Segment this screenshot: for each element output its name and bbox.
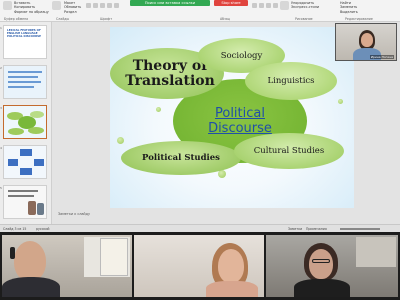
- slide-thumbnail[interactable]: [3, 65, 47, 99]
- presenter-face: [361, 33, 373, 47]
- font-label: Шрифт: [100, 17, 113, 21]
- comments-button[interactable]: Примечания: [306, 227, 327, 231]
- decor-bubble: [117, 137, 124, 144]
- participant-shirt: [206, 281, 258, 297]
- underline-icon[interactable]: [100, 3, 105, 8]
- linguistics-label: Linguistics: [267, 76, 315, 86]
- center-line2: Discourse: [208, 121, 272, 136]
- glasses-icon: [312, 259, 330, 263]
- notes-placeholder[interactable]: Заметки к слайду: [58, 212, 90, 216]
- paste-icon[interactable]: [3, 1, 12, 10]
- thumb-number: 2: [0, 66, 2, 70]
- paragraph-controls: [252, 3, 278, 8]
- participant-strip: [0, 232, 400, 300]
- presenter-name: Ирина Ногина: [369, 55, 394, 59]
- ribbon: Вставить Копировать Формат по образцу Ма…: [0, 0, 400, 22]
- sociology-label: Sociology: [220, 50, 263, 61]
- font-controls: [86, 3, 119, 8]
- editing-group: Найти Заменить Выделить: [340, 1, 358, 14]
- thumb-title: LEXICAL FEATURES OF ENGLISH LANGUAGE POL…: [7, 28, 41, 39]
- linguistics-ellipse: Linguistics: [245, 62, 337, 100]
- new-slide-icon[interactable]: [52, 1, 61, 10]
- stop-share-button[interactable]: Stop share: [214, 0, 248, 6]
- format-painter-button[interactable]: Формат по образцу: [14, 10, 49, 14]
- paragraph-label: Абзац: [220, 17, 230, 21]
- participant-shirt: [294, 279, 350, 297]
- cultural-studies-label: Cultural Studies: [253, 146, 325, 156]
- replace-button[interactable]: Заменить: [340, 5, 358, 9]
- participant-face: [218, 249, 244, 283]
- slide-counter: Слайд 3 из 15: [3, 227, 27, 231]
- drawing-group: Упорядочить Экспресс-стили: [291, 1, 319, 10]
- meeting-banner[interactable]: Поиск или вставка ссылки: [130, 0, 210, 6]
- clipboard-label: Буфер обмена: [4, 17, 29, 21]
- powerpoint-window: Вставить Копировать Формат по образцу Ма…: [0, 0, 400, 232]
- slide-thumbnail-selected[interactable]: [3, 105, 47, 139]
- align-center-icon[interactable]: [259, 3, 264, 8]
- align-left-icon[interactable]: [252, 3, 257, 8]
- drawing-label: Рисование: [295, 17, 313, 21]
- slides-group: Макет Обновить Раздел: [64, 1, 81, 14]
- editing-label: Редактирование: [345, 17, 373, 21]
- slide-thumbnail[interactable]: LEXICAL FEATURES OF ENGLISH LANGUAGE POL…: [3, 25, 47, 59]
- current-slide[interactable]: Political Discourse Theory of Translatio…: [110, 27, 354, 208]
- presenter-video[interactable]: Ирина Ногина: [335, 23, 397, 61]
- thumb-number: 3: [0, 106, 2, 110]
- background-wall: [356, 237, 396, 267]
- quick-styles-button[interactable]: Экспресс-стили: [291, 5, 319, 9]
- participant-shirt: [2, 277, 60, 297]
- political-studies-label: Political Studies: [142, 153, 220, 163]
- notes-button[interactable]: Заметки: [288, 227, 302, 231]
- decor-bubble: [218, 170, 226, 178]
- thumb-number: 5: [0, 186, 2, 190]
- zoom-slider[interactable]: [340, 228, 380, 230]
- select-button[interactable]: Выделить: [340, 10, 358, 14]
- clipboard-group: Вставить Копировать Формат по образцу: [14, 1, 49, 14]
- slide-thumbnails-pane: 1 LEXICAL FEATURES OF ENGLISH LANGUAGE P…: [0, 22, 52, 224]
- slides-label: Слайды: [56, 17, 70, 21]
- participant-face: [14, 241, 46, 281]
- participant-tile[interactable]: [2, 235, 132, 297]
- participant-tile[interactable]: [134, 235, 264, 297]
- strike-icon[interactable]: [107, 3, 112, 8]
- center-line1: Political: [214, 106, 265, 121]
- decor-bubble: [156, 107, 161, 112]
- headset-icon: [10, 247, 15, 259]
- cultural-studies-ellipse: Cultural Studies: [234, 133, 344, 169]
- italic-icon[interactable]: [93, 3, 98, 8]
- arrange-icon[interactable]: [280, 1, 289, 10]
- bold-icon[interactable]: [86, 3, 91, 8]
- decor-bubble: [338, 99, 343, 104]
- align-right-icon[interactable]: [266, 3, 271, 8]
- background-panel: [100, 238, 128, 276]
- theory-line2: Translation: [125, 72, 215, 89]
- thumb-number: 4: [0, 146, 2, 150]
- slide-thumbnail[interactable]: [3, 145, 47, 179]
- bullets-icon[interactable]: [273, 3, 278, 8]
- participant-tile[interactable]: [266, 235, 398, 297]
- reset-button[interactable]: Обновить: [64, 5, 81, 9]
- participant-face: [309, 249, 333, 279]
- section-button[interactable]: Раздел: [64, 10, 81, 14]
- language-indicator[interactable]: русский: [36, 227, 49, 231]
- political-studies-ellipse: Political Studies: [121, 141, 241, 175]
- font-color-icon[interactable]: [114, 3, 119, 8]
- status-bar: Слайд 3 из 15 русский Заметки Примечания: [0, 224, 400, 232]
- thumb-number: 1: [0, 26, 2, 30]
- slide-thumbnail[interactable]: [3, 185, 47, 219]
